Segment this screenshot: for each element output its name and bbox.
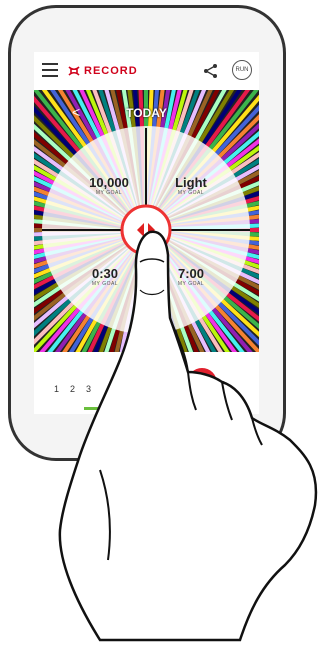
pointing-hand	[58, 230, 318, 642]
